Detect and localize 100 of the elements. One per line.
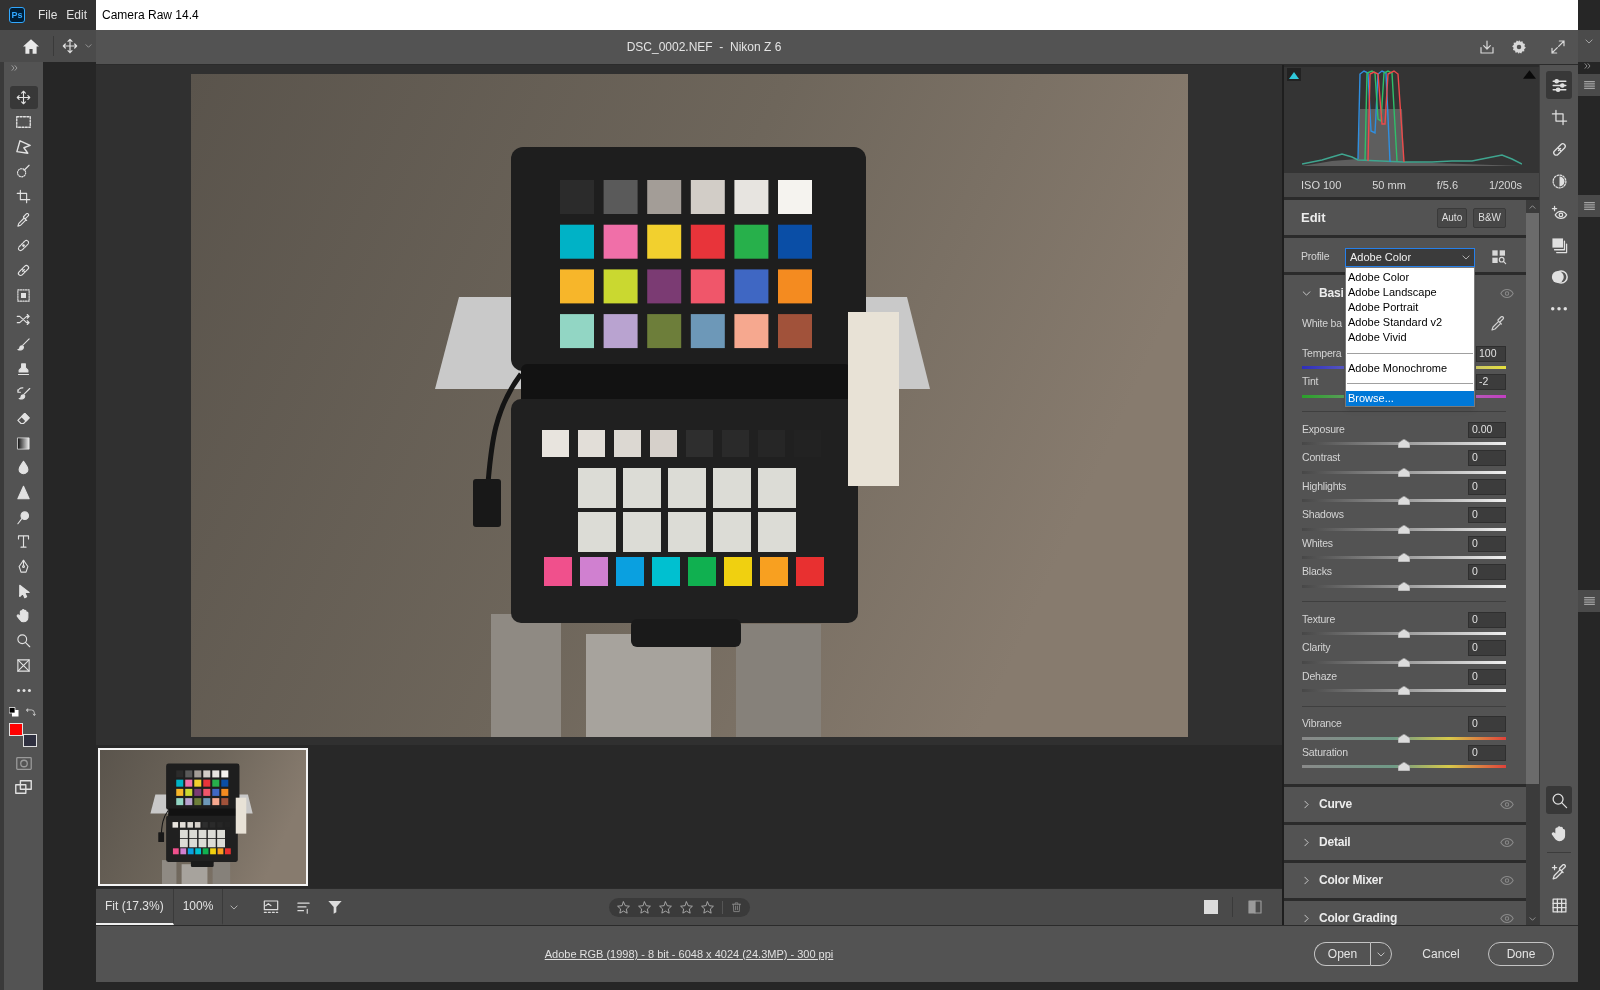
caret-up-icon[interactable]: [1529, 204, 1536, 209]
double-chevron-icon[interactable]: [1584, 63, 1591, 69]
menu-item[interactable]: Adobe Standard v2: [1346, 314, 1474, 330]
value-field[interactable]: 0: [1468, 564, 1506, 580]
value-field[interactable]: 0: [1468, 611, 1506, 628]
download-icon[interactable]: [1479, 39, 1495, 55]
dotted-square-icon: [16, 287, 31, 303]
exif-value: 1/200s: [1488, 177, 1522, 193]
menu-item[interactable]: Adobe Color: [1346, 269, 1474, 285]
circle-in-rectangle-icon[interactable]: [15, 756, 32, 770]
menu-item[interactable]: Adobe Portrait: [1346, 299, 1474, 315]
slider-label: Dehaze: [1302, 668, 1337, 684]
slider-track[interactable]: [1302, 394, 1344, 398]
slider-thumb[interactable]: [1398, 581, 1410, 591]
slider-track[interactable]: [1476, 366, 1506, 369]
swap-arrow-icon[interactable]: [26, 706, 36, 717]
panel-button[interactable]: B&W: [1473, 207, 1506, 228]
value-field[interactable]: 0: [1468, 640, 1506, 656]
bandage-icon: [16, 262, 31, 278]
color-swatch[interactable]: [9, 722, 23, 736]
brush-icon: [16, 336, 31, 352]
star-icon[interactable]: [680, 900, 693, 914]
slider-thumb[interactable]: [1398, 686, 1410, 695]
double-chevron-icon[interactable]: [11, 65, 18, 71]
scrollbar-thumb[interactable]: [1526, 213, 1539, 784]
slider-label: Highlights: [1302, 478, 1347, 494]
chevron-right-icon: [1304, 875, 1309, 885]
slider-thumb[interactable]: [1398, 629, 1410, 638]
filmstrip-icon[interactable]: [262, 899, 281, 915]
color-swatch[interactable]: [23, 733, 37, 747]
sort-lines-icon[interactable]: [295, 899, 313, 915]
value-field[interactable]: 100: [1476, 345, 1506, 362]
section-header[interactable]: Color Grading: [1302, 900, 1398, 925]
section-header[interactable]: Color Mixer: [1302, 862, 1383, 898]
value-field[interactable]: 0: [1468, 668, 1506, 685]
section-header[interactable]: Basi: [1302, 275, 1344, 311]
star-icon[interactable]: [701, 900, 714, 914]
sliders-icon: [1550, 76, 1568, 94]
menu-item[interactable]: Adobe Landscape: [1346, 284, 1474, 300]
slider-thumb[interactable]: [1398, 553, 1410, 562]
footer-button[interactable]: Cancel: [1416, 942, 1466, 966]
slider-thumb[interactable]: [1398, 496, 1410, 505]
star-icon[interactable]: [659, 900, 672, 914]
star-icon[interactable]: [617, 900, 630, 914]
tool-button[interactable]: [1546, 786, 1572, 814]
value-field[interactable]: 0: [1468, 744, 1506, 761]
settings-icon[interactable]: [1511, 39, 1527, 55]
slider-thumb[interactable]: [1398, 467, 1410, 477]
value-field[interactable]: -2: [1476, 374, 1506, 390]
tool-button[interactable]: [1546, 71, 1572, 99]
app-logo: Ps: [9, 7, 25, 23]
slider-thumb[interactable]: [1398, 439, 1410, 448]
value-field[interactable]: 0.00: [1468, 421, 1506, 438]
value-field[interactable]: 0: [1468, 450, 1506, 466]
panel-button[interactable]: [1578, 195, 1600, 217]
value-field[interactable]: 0: [1468, 507, 1506, 523]
slider-track[interactable]: [1302, 366, 1344, 369]
value-field[interactable]: 0: [1468, 716, 1506, 732]
menu-item[interactable]: Adobe Monochrome: [1346, 360, 1474, 376]
slider-thumb[interactable]: [1398, 657, 1410, 667]
value-field[interactable]: 0: [1468, 535, 1506, 552]
caret-down-icon: [1462, 254, 1470, 260]
eyedropper-icon: [16, 213, 31, 229]
four-arrows-icon: [16, 90, 31, 105]
panel-button[interactable]: [1578, 590, 1600, 612]
panel-button[interactable]: [1578, 74, 1600, 96]
trash-icon[interactable]: [731, 901, 742, 913]
caret-down-icon[interactable]: [1529, 916, 1536, 921]
home-icon[interactable]: [23, 38, 39, 54]
slider-track[interactable]: [1476, 394, 1506, 398]
slider-thumb[interactable]: [1398, 762, 1410, 771]
value-field[interactable]: 0: [1468, 478, 1506, 495]
menu-item[interactable]: Adobe Vivid: [1346, 329, 1474, 345]
section-header[interactable]: Curve: [1302, 786, 1352, 822]
caret-down-icon[interactable]: [1585, 39, 1593, 44]
hand-icon: [1550, 824, 1568, 842]
slider-thumb[interactable]: [1398, 733, 1410, 743]
star-icon[interactable]: [638, 900, 651, 914]
overlapping-windows-icon[interactable]: [15, 779, 32, 794]
slider-thumb[interactable]: [1398, 524, 1410, 534]
default-colors-icon[interactable]: [9, 706, 19, 717]
section-header[interactable]: Detail: [1302, 824, 1351, 860]
eyedropper-icon[interactable]: [1490, 316, 1506, 332]
menu-item[interactable]: Edit: [66, 6, 88, 24]
menu-item[interactable]: Browse...: [1346, 390, 1474, 406]
expand-arrows-icon[interactable]: [1550, 39, 1566, 55]
eyedropper-plus-icon: [1550, 863, 1568, 881]
four-arrows-icon[interactable]: [62, 38, 78, 54]
panel-button[interactable]: Auto: [1436, 207, 1468, 228]
image-info-link[interactable]: Adobe RGB (1998) - 8 bit - 6048 x 4024 (24.3MP) - 300 ppi: [544, 945, 834, 963]
caret-down-icon: [230, 904, 239, 910]
split-view-icon[interactable]: [1247, 899, 1263, 915]
tool-button[interactable]: [9, 86, 38, 109]
menu-icon: [1583, 202, 1595, 210]
menu-icon: [1583, 597, 1595, 605]
brush-arrow-icon: [16, 386, 31, 402]
menu-item[interactable]: File: [38, 6, 58, 24]
filter-icon[interactable]: [327, 899, 344, 915]
grid-magnifier-icon[interactable]: [1491, 249, 1507, 265]
profile-dropdown[interactable]: Adobe Color: [1345, 247, 1475, 267]
